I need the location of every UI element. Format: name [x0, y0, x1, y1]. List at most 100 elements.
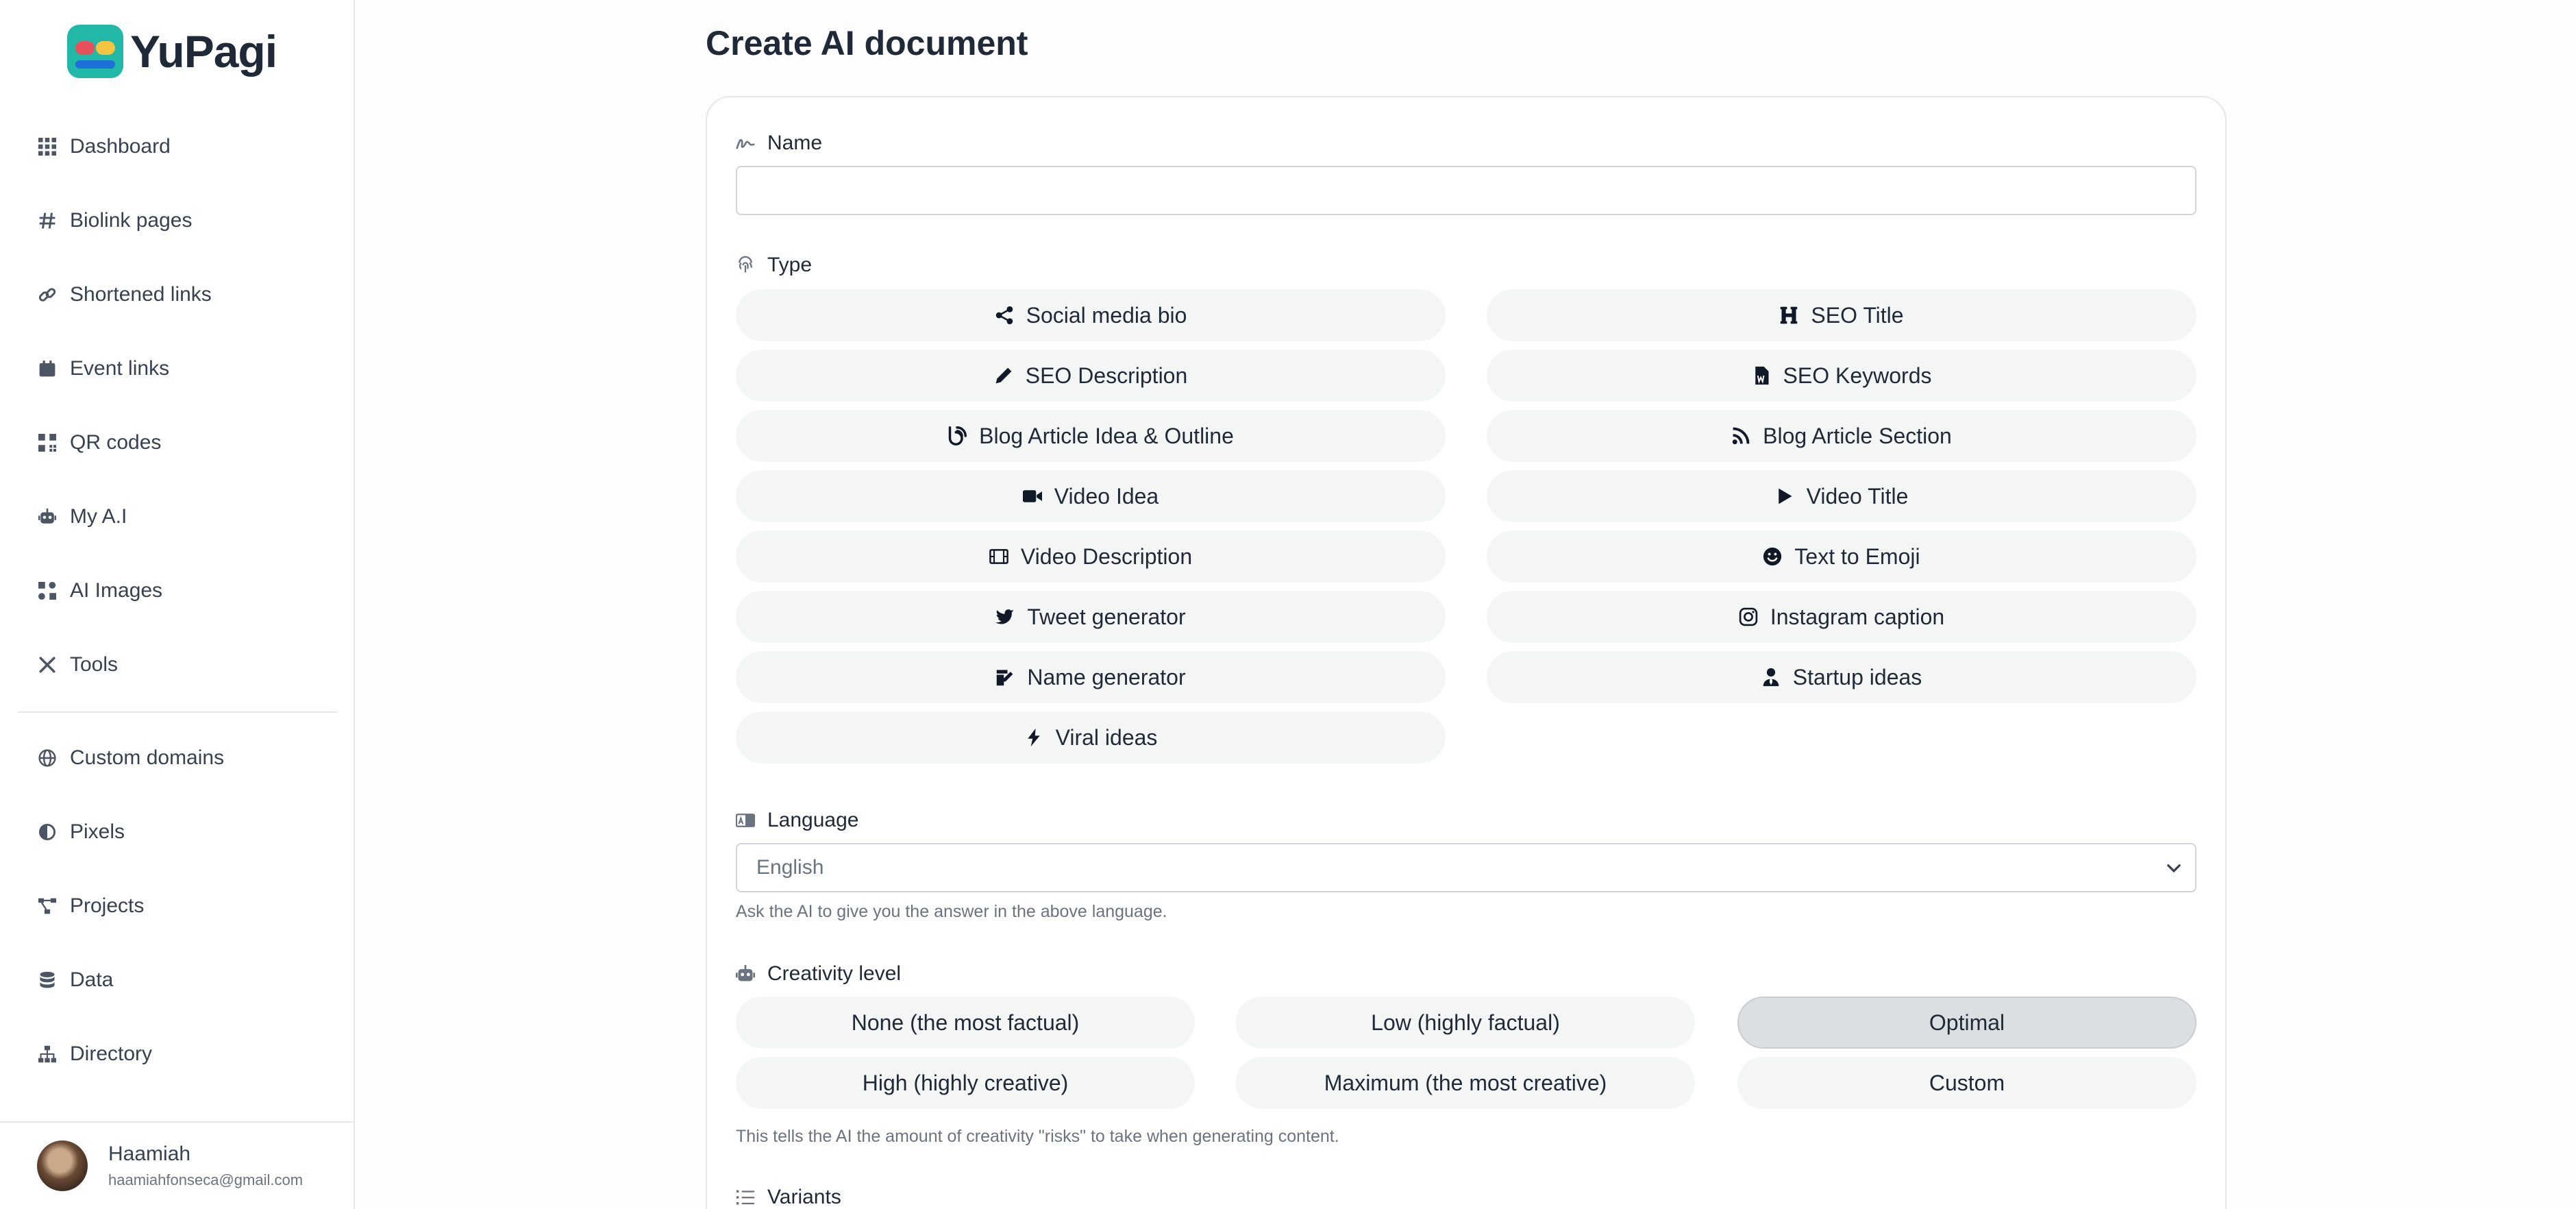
type-social-media-bio[interactable]: Social media bio: [736, 289, 1446, 341]
creativity-label: Creativity level: [736, 962, 901, 986]
sidebar-item-label: Custom domains: [70, 746, 225, 769]
type-tweet-generator[interactable]: Tweet generator: [736, 591, 1446, 643]
language-help: Ask the AI to give you the answer in the…: [736, 902, 1167, 921]
creativity-high-button[interactable]: High (highly creative): [736, 1057, 1195, 1109]
list-icon: [736, 1188, 755, 1207]
bolt-icon: [1024, 728, 1043, 747]
link-icon: [38, 286, 56, 304]
type-startup-ideas[interactable]: Startup ideas: [1487, 651, 2196, 703]
sidebar-item-pixels[interactable]: Pixels: [18, 795, 337, 869]
tools-icon: [38, 656, 56, 674]
sidebar-item-my-ai[interactable]: My A.I: [18, 480, 337, 554]
file-word-icon: [1752, 366, 1771, 385]
sidebar: YuPagi Dashboard Biolink pages Shortened…: [0, 0, 355, 1209]
grid-icon: [38, 138, 56, 156]
variants-label: Variants: [736, 1186, 841, 1209]
type-blog-article-idea-outline[interactable]: Blog Article Idea & Outline: [736, 410, 1446, 462]
sidebar-item-dashboard[interactable]: Dashboard: [18, 110, 337, 184]
signature-icon: [736, 134, 755, 153]
type-seo-keywords[interactable]: SEO Keywords: [1487, 350, 2196, 402]
sitemap-icon: [38, 1045, 56, 1063]
sidebar-item-data[interactable]: Data: [18, 943, 337, 1017]
user-profile[interactable]: Haamiah haamiahfonseca@gmail.com: [0, 1121, 354, 1209]
creativity-custom-button[interactable]: Custom: [1737, 1057, 2196, 1109]
robot-icon: [736, 964, 755, 984]
database-icon: [38, 971, 56, 989]
video-camera-icon: [1022, 487, 1042, 506]
name-input[interactable]: [736, 166, 2196, 215]
type-viral-ideas[interactable]: Viral ideas: [736, 711, 1446, 764]
sidebar-item-custom-domains[interactable]: Custom domains: [18, 721, 337, 795]
logo-icon: [67, 25, 123, 78]
sidebar-item-biolink-pages[interactable]: Biolink pages: [18, 184, 337, 258]
sidebar-item-label: Directory: [70, 1042, 153, 1065]
language-select[interactable]: English: [736, 843, 2196, 892]
type-seo-description[interactable]: SEO Description: [736, 350, 1446, 402]
adjust-icon: [38, 823, 56, 841]
language-label: Language: [736, 809, 858, 832]
signature-icon: [995, 668, 1015, 687]
pencil-icon: [994, 366, 1013, 385]
sidebar-item-label: Projects: [70, 894, 145, 917]
brand-name: YuPagi: [130, 26, 277, 77]
creativity-low-button[interactable]: Low (highly factual): [1236, 997, 1695, 1049]
logo[interactable]: YuPagi: [67, 25, 277, 78]
heading-icon: [1779, 306, 1798, 325]
sidebar-item-directory[interactable]: Directory: [18, 1017, 337, 1091]
creativity-none-button[interactable]: None (the most factual): [736, 997, 1195, 1049]
creativity-help: This tells the AI the amount of creativi…: [736, 1127, 1339, 1146]
sidebar-item-label: Shortened links: [70, 283, 212, 306]
chevron-down-icon: [2167, 864, 2181, 873]
sidebar-item-label: My A.I: [70, 505, 127, 528]
creativity-maximum-button[interactable]: Maximum (the most creative): [1236, 1057, 1695, 1109]
sidebar-item-projects[interactable]: Projects: [18, 869, 337, 943]
type-video-idea[interactable]: Video Idea: [736, 470, 1446, 522]
sidebar-item-label: Data: [70, 968, 114, 991]
type-instagram-caption[interactable]: Instagram caption: [1487, 591, 2196, 643]
type-name-generator[interactable]: Name generator: [736, 651, 1446, 703]
page-title: Create AI document: [706, 24, 1028, 62]
ai-images-icon: [38, 582, 56, 600]
film-icon: [989, 547, 1008, 566]
blog-icon: [948, 426, 967, 445]
type-label: Type: [736, 254, 812, 277]
sidebar-item-ai-images[interactable]: AI Images: [18, 554, 337, 628]
calendar-icon: [38, 360, 56, 378]
instagram-icon: [1739, 607, 1758, 626]
sidebar-item-label: Event links: [70, 357, 170, 380]
fingerprint-icon: [736, 256, 755, 275]
sidebar-item-event-links[interactable]: Event links: [18, 332, 337, 406]
sidebar-item-label: Dashboard: [70, 135, 171, 158]
user-email: haamiahfonseca@gmail.com: [108, 1171, 304, 1188]
type-video-title[interactable]: Video Title: [1487, 470, 2196, 522]
user-tie-icon: [1761, 668, 1781, 687]
type-text-to-emoji[interactable]: Text to Emoji: [1487, 530, 2196, 583]
language-icon: [736, 811, 755, 830]
sidebar-item-label: Pixels: [70, 820, 125, 843]
sidebar-item-qr-codes[interactable]: QR codes: [18, 406, 337, 480]
user-name: Haamiah: [108, 1143, 191, 1165]
type-blog-article-section[interactable]: Blog Article Section: [1487, 410, 2196, 462]
rss-icon: [1731, 426, 1750, 445]
sidebar-item-shortened-links[interactable]: Shortened links: [18, 258, 337, 332]
robot-icon: [38, 508, 56, 526]
avatar: [37, 1140, 88, 1191]
smile-icon: [1763, 547, 1782, 566]
sidebar-item-tools[interactable]: Tools: [18, 628, 337, 702]
project-diagram-icon: [38, 897, 56, 915]
type-seo-title[interactable]: SEO Title: [1487, 289, 2196, 341]
language-value: English: [756, 856, 824, 879]
sidebar-item-label: AI Images: [70, 579, 163, 602]
sidebar-item-label: QR codes: [70, 431, 162, 454]
hash-icon: [38, 212, 56, 230]
sidebar-nav: Dashboard Biolink pages Shortened links …: [18, 110, 337, 1091]
type-video-description[interactable]: Video Description: [736, 530, 1446, 583]
creativity-optimal-button[interactable]: Optimal: [1737, 997, 2196, 1049]
globe-icon: [38, 749, 56, 767]
sidebar-divider: [18, 711, 337, 713]
twitter-icon: [995, 607, 1015, 626]
name-label: Name: [736, 132, 822, 155]
play-icon: [1775, 487, 1794, 506]
sidebar-item-label: Tools: [70, 653, 119, 676]
share-icon: [995, 306, 1014, 325]
